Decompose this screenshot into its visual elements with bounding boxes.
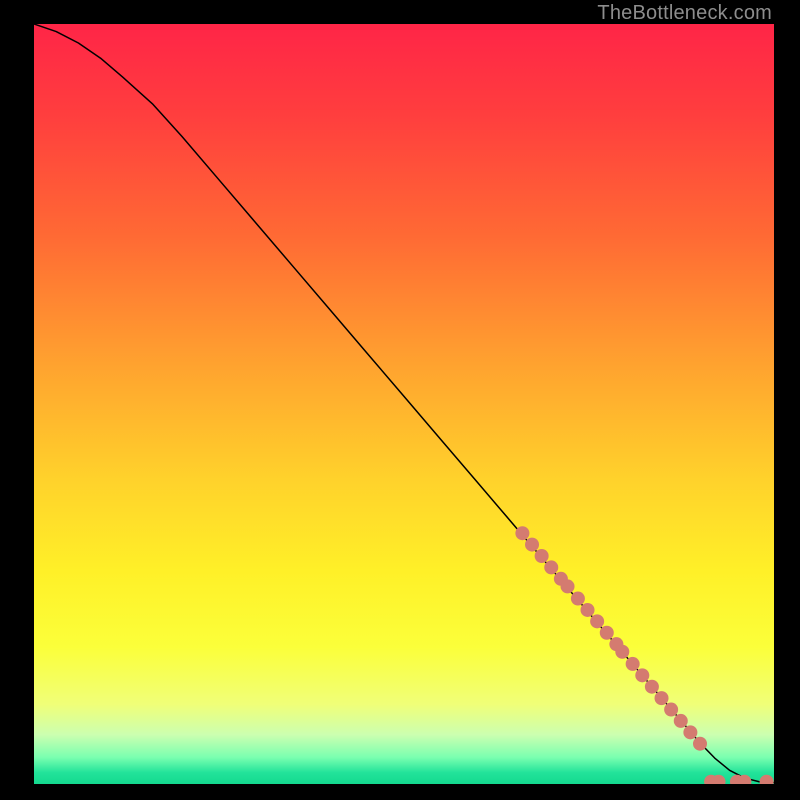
- marker-dot: [626, 657, 640, 671]
- plot-svg: [34, 24, 774, 784]
- chart-frame: TheBottleneck.com: [0, 0, 800, 800]
- marker-dot: [674, 714, 688, 728]
- marker-dot: [683, 725, 697, 739]
- marker-dot: [515, 526, 529, 540]
- marker-dot: [581, 603, 595, 617]
- marker-dot: [525, 538, 539, 552]
- marker-dot: [600, 626, 614, 640]
- marker-dot: [693, 737, 707, 751]
- marker-dot: [664, 703, 678, 717]
- marker-dot: [544, 560, 558, 574]
- marker-dot: [635, 668, 649, 682]
- marker-dot: [571, 592, 585, 606]
- marker-dot: [535, 549, 549, 563]
- watermark-text: TheBottleneck.com: [597, 2, 772, 25]
- marker-dot: [655, 691, 669, 705]
- marker-dot: [615, 645, 629, 659]
- marker-dot: [590, 614, 604, 628]
- marker-dot: [645, 680, 659, 694]
- gradient-background: [34, 24, 774, 784]
- marker-dot: [561, 579, 575, 593]
- plot-area: [34, 24, 774, 784]
